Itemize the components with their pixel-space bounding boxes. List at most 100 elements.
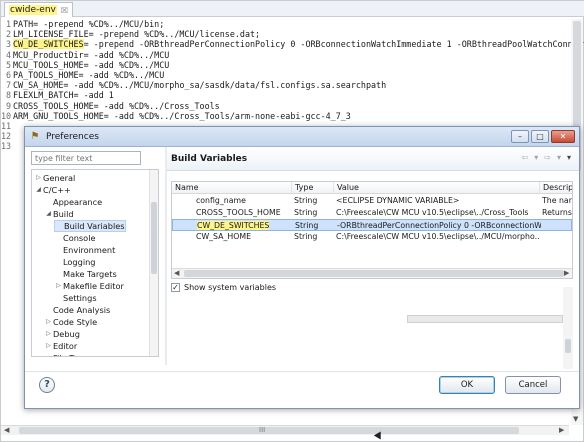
tree-item[interactable]: Environment <box>54 244 115 256</box>
editor-horizontal-scrollbar[interactable]: ◀ III ▶ <box>1 425 569 435</box>
tree-item[interactable]: ▷ Debug <box>44 328 80 340</box>
code-rest: = -prepend -ORBthreadPerConnectionPolicy… <box>83 39 584 50</box>
scroll-right-icon[interactable]: ▶ <box>564 269 569 277</box>
forward-menu-icon[interactable]: ▾ <box>557 153 561 162</box>
expand-arrow-icon[interactable]: ▷ <box>34 172 43 184</box>
editor-tab[interactable]: cwide-env ☒ <box>4 2 74 17</box>
tree-item[interactable]: Appearance <box>44 196 102 208</box>
expand-arrow-icon[interactable]: ▷ <box>44 328 53 340</box>
preferences-dialog: ⚑ Preferences – □ ✕ ▷General◢C/C++Appear… <box>24 126 580 409</box>
line-number: 1 <box>5 19 11 29</box>
tree-item[interactable]: Code Analysis <box>44 304 110 316</box>
maximize-button[interactable]: □ <box>531 130 549 143</box>
column-header-description[interactable]: Descript <box>540 182 572 194</box>
preferences-page: Build Variables ⇦ ▾ ⇨ ▾ ▾ Name Type Valu… <box>167 147 579 369</box>
scroll-thumb[interactable] <box>184 270 564 277</box>
line-number: 7 <box>5 80 11 91</box>
code-line[interactable]: 4 MCU_ProductDir= -add %CD%../MCU <box>1 50 584 60</box>
dialog-titlebar[interactable]: ⚑ Preferences – □ ✕ <box>25 127 579 147</box>
cancel-button[interactable]: Cancel <box>505 376 561 394</box>
expand-arrow-icon[interactable]: ▷ <box>54 280 63 292</box>
cell-name: CW_SA_HOME <box>194 231 292 243</box>
line-number: 3 <box>5 39 11 50</box>
code-line[interactable]: 2 LM_LICENSE_FILE= -prepend %CD%../MCU/li… <box>1 29 584 39</box>
tree-item[interactable]: ◢ Build <box>44 208 74 220</box>
scroll-right-icon[interactable]: ▶ <box>559 426 564 434</box>
back-arrow-icon[interactable]: ⇦ <box>522 153 529 162</box>
tree-item-label: Logging <box>63 257 96 267</box>
scroll-left-icon[interactable]: ◀ <box>174 269 179 277</box>
detail-scrollbar[interactable] <box>563 287 573 369</box>
line-number: 11 <box>1 120 12 131</box>
code-line[interactable]: 5 MCU_TOOLS_HOME= -add %CD%../MCU <box>1 60 584 70</box>
tree-item[interactable]: File Types <box>44 352 92 356</box>
code-text: CW_DE_SWITCHES= -prepend -ORBthreadPerCo… <box>13 39 584 50</box>
scroll-thumb[interactable] <box>151 202 157 274</box>
tree-item[interactable]: Logging <box>54 256 95 268</box>
cell-name: config_name <box>194 195 292 207</box>
code-line[interactable]: 10 ARM_GNU_TOOLS_HOME= -add %CD%../Cross_… <box>1 111 584 121</box>
code-line[interactable]: 6 PA_TOOLS_HOME= -add %CD%../MCU <box>1 70 584 80</box>
filter-input[interactable] <box>31 151 141 165</box>
scroll-down-icon[interactable]: ▼ <box>573 415 578 423</box>
close-button[interactable]: ✕ <box>551 130 575 143</box>
tree-item-label: Build <box>53 209 74 219</box>
line-number: 4 <box>5 49 11 60</box>
code-text: CROSS_TOOLS_HOME= -add %CD%../Cross_Tool… <box>13 101 220 111</box>
help-button[interactable]: ? <box>39 377 55 393</box>
page-header: Build Variables ⇦ ▾ ⇨ ▾ ▾ <box>167 147 579 171</box>
table-row[interactable]: CROSS_TOOLS_HOME String C:\Freescale\CW MC… <box>172 207 572 219</box>
editor-tab-label: cwide-env <box>9 5 57 15</box>
column-header-name[interactable]: Name <box>172 182 292 194</box>
tree-item-label: File Types <box>53 352 92 356</box>
tree-item[interactable]: ▷ Editor <box>44 340 77 352</box>
code-text: ARM_GNU_TOOLS_HOME= -add %CD%../Cross_To… <box>13 111 351 121</box>
variables-table: Name Type Value Descript ◀ ▶ config_name… <box>171 181 573 279</box>
table-row[interactable]: config_name String <ECLIPSE DYNAMIC VARIAB… <box>172 195 572 207</box>
tree-item[interactable]: ▷ Makefile Editor <box>54 280 124 292</box>
show-system-variables-option[interactable]: ✓ Show system variables <box>171 283 276 292</box>
code-line[interactable]: 1 PATH= -prepend %CD%../MCU/bin; <box>1 19 584 29</box>
forward-arrow-icon[interactable]: ⇨ <box>544 153 551 162</box>
code-text: CW_SA_HOME= -add %CD%../MCU/morpho_sa/sa… <box>13 80 386 90</box>
view-menu-icon[interactable]: ▾ <box>567 153 571 162</box>
line-number: 12 <box>1 131 12 142</box>
code-line[interactable]: 3 CW_DE_SWITCHES= -prepend -ORBthreadPerC… <box>1 39 584 50</box>
table-horizontal-scrollbar[interactable]: ◀ ▶ <box>172 268 572 278</box>
code-rest: FLEXLM_BATCH= -add 1 <box>13 90 114 101</box>
close-icon[interactable]: ☒ <box>61 6 68 15</box>
tree-item[interactable]: ▷ Code Style <box>44 316 97 328</box>
scroll-left-icon[interactable]: ◀ <box>4 426 9 434</box>
scroll-thumb[interactable] <box>565 339 571 353</box>
tree-item[interactable]: ▷ General <box>34 172 75 184</box>
tree-item[interactable]: Make Targets <box>54 268 117 280</box>
back-menu-icon[interactable]: ▾ <box>534 153 538 162</box>
column-header-type[interactable]: Type <box>292 182 334 194</box>
expand-arrow-icon[interactable]: ▷ <box>44 340 53 352</box>
table-row[interactable]: CW_DE_SWITCHES String -ORBthreadPerConnect… <box>172 219 572 231</box>
dialog-title: Preferences <box>46 131 99 142</box>
tree-item[interactable]: ◢ C/C++ <box>34 184 71 196</box>
show-system-variables-checkbox[interactable]: ✓ <box>171 283 180 292</box>
ok-button[interactable]: OK <box>439 376 495 394</box>
code-line[interactable]: 9 CROSS_TOOLS_HOME= -add %CD%../Cross_Too… <box>1 101 584 111</box>
code-line[interactable]: 8 FLEXLM_BATCH= -add 1 <box>1 90 584 100</box>
scroll-thumb[interactable] <box>19 427 519 434</box>
tree-item[interactable]: Build Variables <box>54 220 126 232</box>
minimize-button[interactable]: – <box>511 130 529 143</box>
tree-scrollbar[interactable] <box>149 170 158 356</box>
expand-arrow-icon[interactable]: ▷ <box>44 316 53 328</box>
code-rest: CROSS_TOOLS_HOME= -add %CD%../Cross_Tool… <box>13 100 220 111</box>
cell-value: <ECLIPSE DYNAMIC VARIABLE> <box>336 196 460 205</box>
code-line[interactable]: 7 CW_SA_HOME= -add %CD%../MCU/morpho_sa/s… <box>1 80 584 90</box>
tree-item[interactable]: Console <box>54 232 96 244</box>
tree-item-label: Make Targets <box>63 269 117 279</box>
expand-arrow-icon[interactable]: ◢ <box>44 208 53 220</box>
tree-item[interactable]: Settings <box>54 292 97 304</box>
table-row[interactable]: CW_SA_HOME String C:\Freescale\CW MCU v10.… <box>172 231 572 243</box>
expand-arrow-icon[interactable]: ◢ <box>34 184 43 196</box>
variable-name: config_name <box>196 196 246 205</box>
tree-item-label: Appearance <box>53 197 103 207</box>
cell-type: String <box>294 208 318 217</box>
column-header-value[interactable]: Value <box>334 182 540 194</box>
